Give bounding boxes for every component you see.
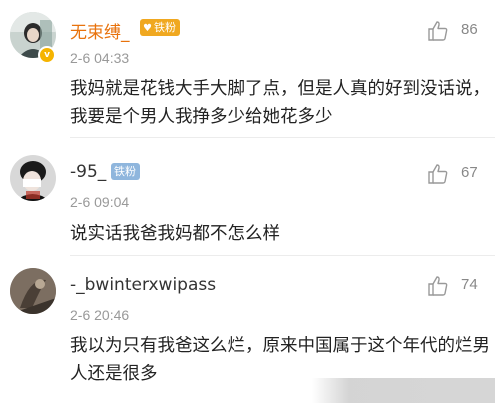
username[interactable]: -95_ bbox=[70, 162, 106, 182]
like-button[interactable]: 74 bbox=[427, 275, 489, 297]
comment-text: 说实话我爸我妈都不怎么样 bbox=[70, 224, 280, 244]
thumbs-up-icon bbox=[428, 276, 448, 296]
username[interactable]: 无束缚_ bbox=[70, 18, 130, 43]
like-button[interactable]: 86 bbox=[427, 20, 489, 42]
username[interactable]: -_bwinterxwipass bbox=[70, 275, 216, 295]
thumbs-up-icon bbox=[428, 164, 448, 184]
like-button[interactable]: 67 bbox=[427, 163, 489, 185]
comment-item: -95_ 铁粉 2-6 09:04 说实话我爸我妈都不怎么样 67 bbox=[0, 138, 495, 256]
watermark bbox=[312, 378, 495, 403]
thumbs-up-icon bbox=[428, 21, 448, 41]
timestamp: 2-6 04:33 bbox=[70, 50, 130, 66]
avatar[interactable] bbox=[10, 155, 56, 201]
verified-badge-icon: v bbox=[38, 46, 56, 64]
fan-badge: ♥ 铁粉 bbox=[140, 19, 180, 36]
like-count: 74 bbox=[461, 276, 478, 293]
fan-badge-label: 铁粉 bbox=[153, 21, 176, 34]
comment-item: v 无束缚_ ♥ 铁粉 2-6 04:33 我妈就是花钱大手大脚了点，但是人真的好… bbox=[0, 0, 495, 138]
like-count: 86 bbox=[461, 21, 478, 38]
comment-text: 我妈就是花钱大手大脚了点，但是人真的好到没话说，我要是个男人我挣多少给她花多少 bbox=[70, 79, 490, 127]
heart-icon: ♥ bbox=[143, 23, 152, 34]
timestamp: 2-6 20:46 bbox=[70, 307, 130, 323]
fan-badge: 铁粉 bbox=[111, 163, 140, 180]
timestamp: 2-6 09:04 bbox=[70, 194, 130, 210]
fan-badge-label: 铁粉 bbox=[114, 165, 136, 178]
avatar[interactable] bbox=[10, 268, 56, 314]
like-count: 67 bbox=[461, 164, 478, 181]
